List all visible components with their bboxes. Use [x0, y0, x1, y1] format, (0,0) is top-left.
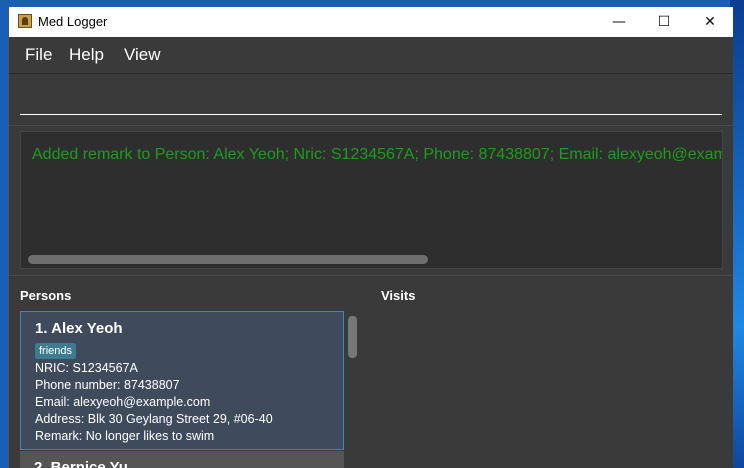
person-phone: Phone number: 87438807 — [35, 378, 180, 392]
person-nric: NRIC: S1234567A — [35, 361, 138, 375]
result-display: Added remark to Person: Alex Yeoh; Nric:… — [20, 131, 723, 269]
person-name: 2. Bernice Yu — [34, 459, 128, 468]
command-box-area — [9, 73, 733, 126]
close-button[interactable]: ✕ — [687, 7, 733, 37]
vertical-scrollbar[interactable] — [348, 316, 357, 358]
result-display-area: Added remark to Person: Alex Yeoh; Nric:… — [9, 125, 733, 276]
horizontal-scrollbar[interactable] — [28, 255, 428, 264]
app-logo-icon — [18, 14, 32, 28]
menu-view[interactable]: View — [124, 45, 161, 65]
command-input[interactable] — [20, 86, 722, 115]
person-list: 1. Alex Yeoh friends NRIC: S1234567A Pho… — [20, 311, 346, 468]
window-title: Med Logger — [38, 14, 108, 29]
person-address: Address: Blk 30 Geylang Street 29, #06-4… — [35, 412, 273, 426]
menu-bar: File Help View — [9, 37, 733, 73]
title-bar: Med Logger — ☐ ✕ — [9, 7, 733, 37]
app-window: Med Logger — ☐ ✕ File Help View Added re… — [8, 7, 733, 468]
person-email: Email: alexyeoh@example.com — [35, 395, 211, 409]
maximize-button[interactable]: ☐ — [641, 7, 687, 37]
menu-help[interactable]: Help — [69, 45, 104, 65]
visits-heading: Visits — [381, 288, 416, 303]
person-card[interactable]: 2. Bernice Yu — [20, 451, 344, 468]
lists-panel: Persons Visits 1. Alex Yeoh friends NRIC… — [9, 275, 733, 468]
persons-heading: Persons — [20, 288, 72, 303]
result-message: Added remark to Person: Alex Yeoh; Nric:… — [32, 146, 723, 163]
person-card[interactable]: 1. Alex Yeoh friends NRIC: S1234567A Pho… — [20, 311, 344, 450]
menu-file[interactable]: File — [25, 45, 52, 65]
minimize-button[interactable]: — — [596, 7, 642, 37]
tag-badge: friends — [35, 343, 77, 359]
person-remark: Remark: No longer likes to swim — [35, 429, 215, 443]
person-name: 1. Alex Yeoh — [35, 320, 123, 337]
